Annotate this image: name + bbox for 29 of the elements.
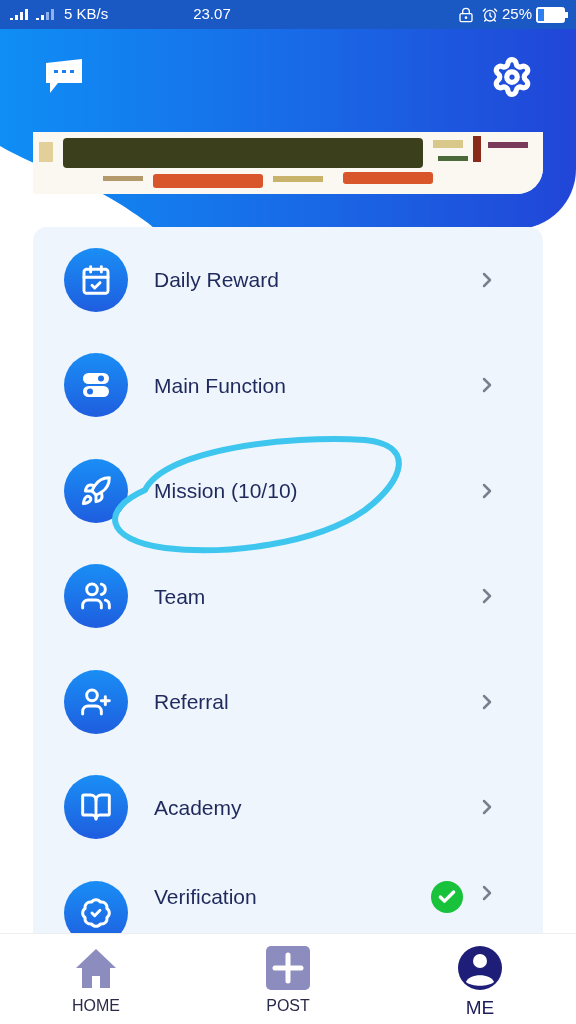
menu-label: Mission (10/10) bbox=[154, 478, 298, 504]
menu-item[interactable]: Team bbox=[33, 543, 543, 649]
clock-time: 23.07 bbox=[193, 4, 231, 25]
nav-tab[interactable]: HOME bbox=[0, 934, 192, 1024]
plus-icon bbox=[266, 946, 310, 990]
battery-percent: 25% bbox=[501, 4, 532, 25]
menu-label: Main Function bbox=[154, 372, 286, 399]
menu-item[interactable]: Daily Reward bbox=[33, 227, 543, 333]
menu-item[interactable]: Mission (10/10) bbox=[33, 438, 543, 544]
battery-icon bbox=[536, 6, 568, 23]
settings-icon bbox=[491, 56, 533, 98]
profile-icon bbox=[458, 946, 502, 990]
menu-item[interactable]: Referral bbox=[33, 649, 543, 755]
home-icon bbox=[74, 946, 118, 990]
network-speed: 5 KB/s bbox=[64, 4, 109, 25]
menu-label: Team bbox=[154, 583, 206, 610]
badge-check-icon bbox=[80, 897, 112, 929]
rocket-icon bbox=[80, 474, 112, 507]
menu-label: Verification bbox=[154, 884, 257, 910]
menu-item[interactable]: Main Function bbox=[33, 332, 543, 438]
rotation-lock-icon bbox=[457, 6, 474, 23]
menu-label: Daily Reward bbox=[154, 267, 279, 293]
calendar-icon bbox=[80, 263, 112, 296]
nav-tab[interactable]: POST bbox=[192, 934, 384, 1024]
menu-label: Referral bbox=[154, 689, 229, 715]
menu-item[interactable]: Academy bbox=[33, 754, 543, 860]
alarm-icon bbox=[481, 6, 498, 23]
nav-tab[interactable]: ME bbox=[384, 934, 576, 1024]
menu-label: Academy bbox=[154, 794, 242, 821]
